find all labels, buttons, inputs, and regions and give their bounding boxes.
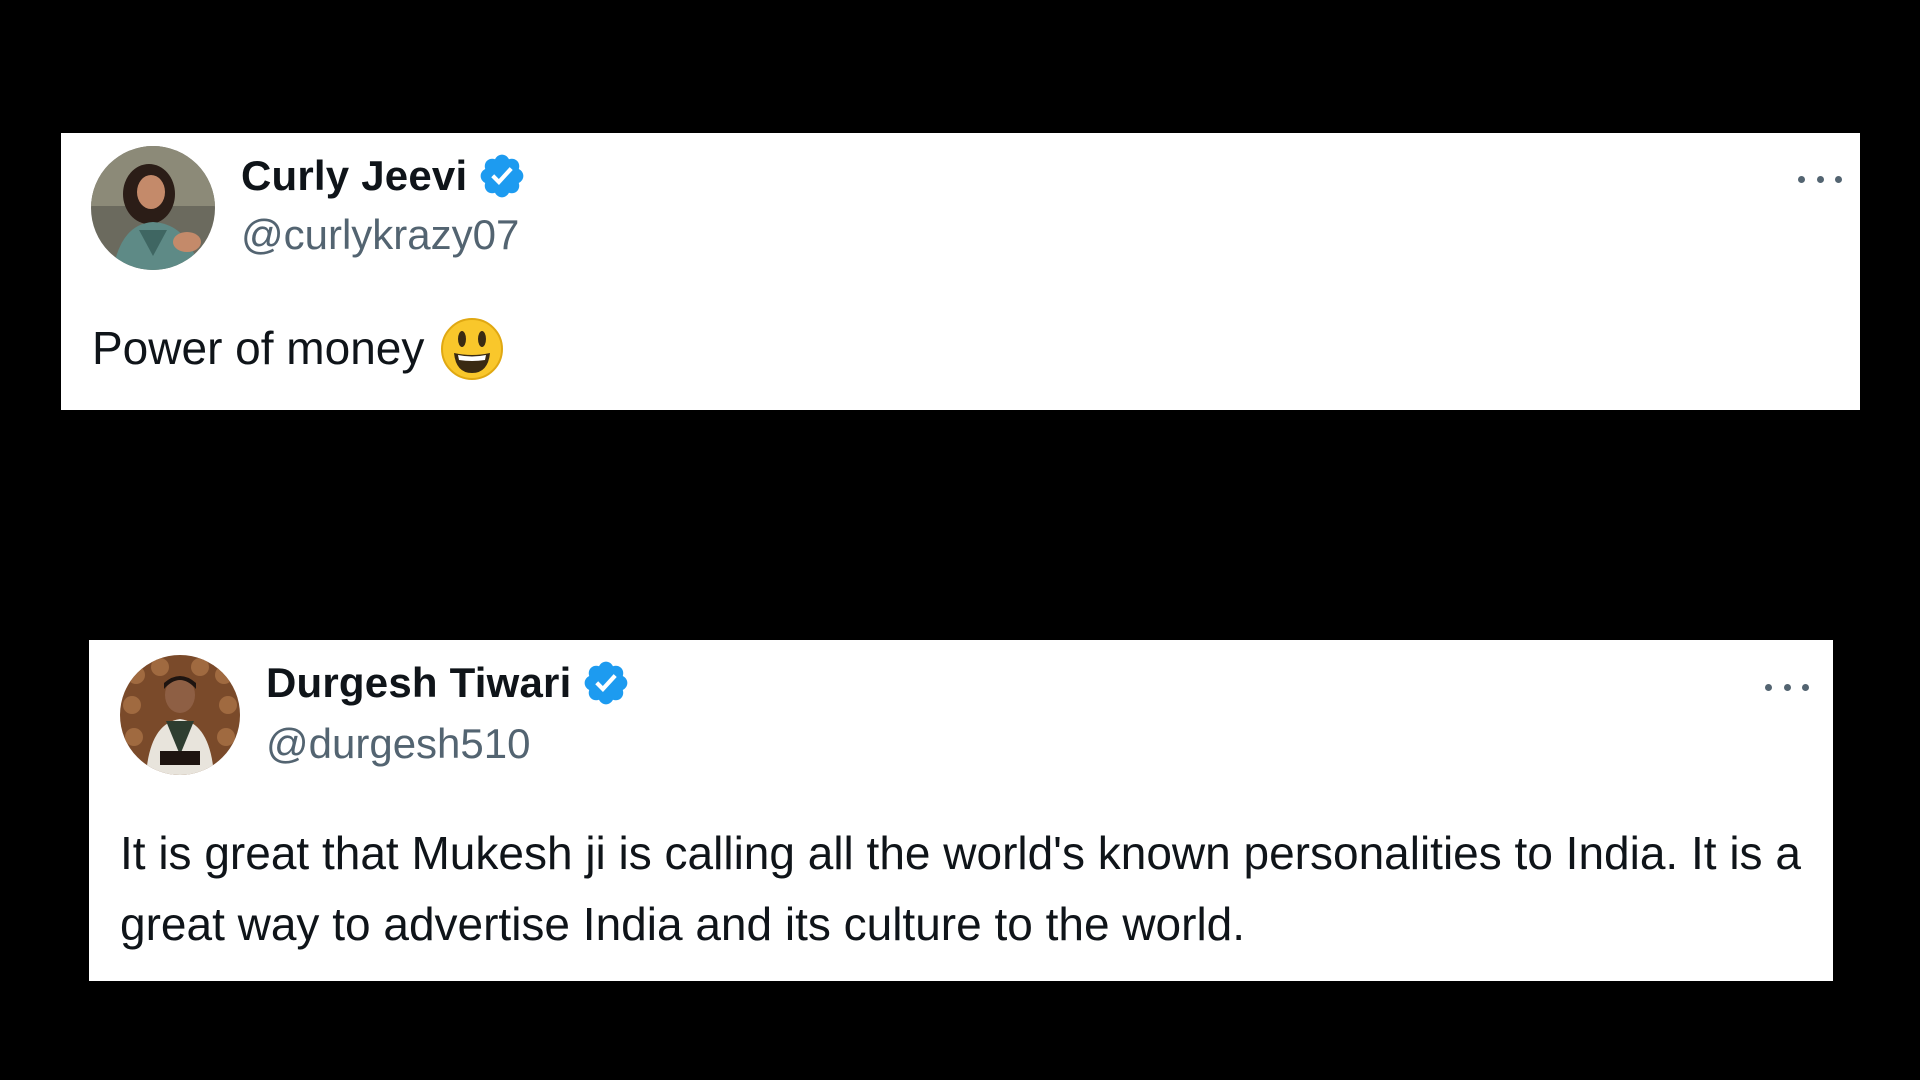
dot — [1802, 683, 1809, 691]
display-name[interactable]: Curly Jeevi — [241, 152, 467, 200]
tweet-text: It is great that Mukesh ji is calling al… — [120, 827, 1801, 950]
author-handle[interactable]: @curlykrazy07 — [241, 211, 519, 259]
avatar[interactable] — [91, 146, 215, 270]
dot — [1798, 175, 1805, 183]
smiling-face-emoji-icon — [440, 317, 504, 381]
screenshot-canvas: Curly Jeevi @curlykrazy07 Power of money — [0, 0, 1920, 1080]
author-handle[interactable]: @durgesh510 — [266, 720, 531, 768]
author-name-row: Durgesh Tiwari — [266, 658, 631, 708]
tweet-card[interactable]: Curly Jeevi @curlykrazy07 Power of money — [61, 133, 1860, 410]
dot — [1835, 175, 1842, 183]
verified-badge-icon — [581, 658, 631, 708]
more-options-icon[interactable] — [1798, 169, 1842, 189]
dot — [1816, 175, 1824, 183]
tweet-text-row: Power of money — [92, 313, 504, 384]
tweet-text: Power of money — [92, 322, 425, 374]
avatar[interactable] — [120, 655, 240, 775]
dot — [1765, 683, 1772, 691]
display-name[interactable]: Durgesh Tiwari — [266, 659, 571, 707]
more-options-icon[interactable] — [1765, 677, 1809, 697]
verified-badge-icon — [477, 151, 527, 201]
tweet-card[interactable]: Durgesh Tiwari @durgesh510 It is great t… — [89, 640, 1833, 981]
dot — [1783, 683, 1791, 691]
author-name-row: Curly Jeevi — [241, 151, 527, 201]
